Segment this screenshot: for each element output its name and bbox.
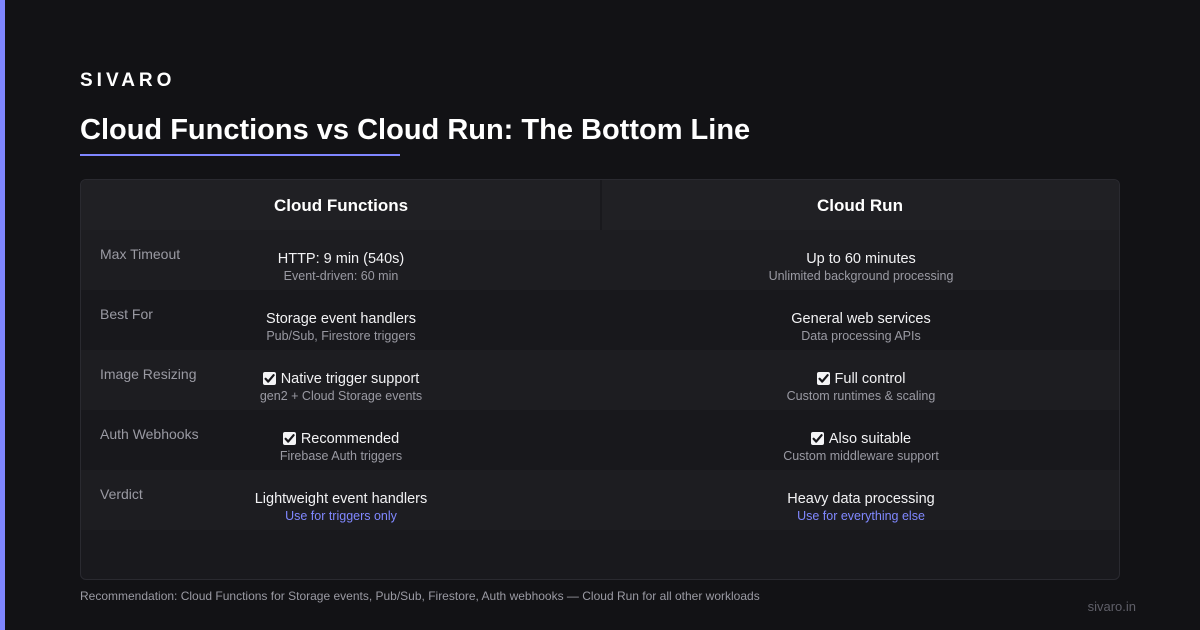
checkbox-checked-icon xyxy=(810,432,824,445)
table-row-verdict: Verdict Lightweight event handlers Use f… xyxy=(81,470,1119,530)
site-url: sivaro.in xyxy=(1087,599,1136,614)
cell-cloud-run: Up to 60 minutes Unlimited background pr… xyxy=(691,250,1031,284)
page-title: Cloud Functions vs Cloud Run: The Bottom… xyxy=(80,114,751,146)
row-label: Best For xyxy=(100,306,153,322)
column-header-cloud-functions: Cloud Functions xyxy=(273,196,409,215)
cell-sub-text: Custom middleware support xyxy=(783,449,939,463)
column-header-cloud-run: Cloud Run xyxy=(817,196,903,215)
cell-cloud-run: General web services Data processing API… xyxy=(691,310,1031,344)
verdict-text: Use for everything else xyxy=(797,509,925,523)
checkbox-checked-icon xyxy=(282,432,296,445)
cell-main-line: Native trigger support xyxy=(171,370,511,388)
checkbox-checked-icon xyxy=(262,372,276,385)
cell-main-text: Native trigger support xyxy=(280,371,420,387)
cell-sub-text: Firebase Auth triggers xyxy=(279,449,403,463)
cell-main-line: Also suitable xyxy=(691,430,1031,448)
comparison-table: Cloud Functions Cloud Run Max Timeout HT… xyxy=(80,179,1120,580)
row-label: Max Timeout xyxy=(100,246,181,262)
cell-sub-text: Unlimited background processing xyxy=(768,269,954,283)
accent-bar xyxy=(0,0,5,630)
checkbox-checked-icon xyxy=(816,372,830,385)
cell-main-text: Heavy data processing xyxy=(787,491,935,507)
table-row-best-for: Best For Storage event handlers Pub/Sub,… xyxy=(81,290,1119,350)
cell-sub-text: Pub/Sub, Firestore triggers xyxy=(266,329,416,343)
verdict-text: Use for triggers only xyxy=(285,509,397,523)
brand-logo-text: SIVARO xyxy=(80,70,176,91)
cell-main-text: Recommended xyxy=(300,431,400,447)
cell-main-text: Full control xyxy=(834,371,906,387)
table-header: Cloud Functions Cloud Run xyxy=(81,180,1119,230)
cell-cloud-functions: HTTP: 9 min (540s) Event-driven: 60 min xyxy=(171,250,511,284)
cell-cloud-run: Heavy data processing Use for everything… xyxy=(691,490,1031,524)
cell-cloud-functions: Lightweight event handlers Use for trigg… xyxy=(171,490,511,524)
cell-cloud-run: Also suitable Custom middleware support xyxy=(691,430,1031,464)
cell-main-text: Also suitable xyxy=(828,431,912,447)
cell-cloud-run: Full control Custom runtimes & scaling xyxy=(691,370,1031,404)
cell-cloud-functions: Recommended Firebase Auth triggers xyxy=(171,430,511,464)
row-label: Verdict xyxy=(100,486,143,502)
cell-sub-text: Data processing APIs xyxy=(801,329,921,343)
cell-sub-text: gen2 + Cloud Storage events xyxy=(259,389,423,403)
table-row-auth-webhooks: Auth Webhooks Recommended Firebase Auth … xyxy=(81,410,1119,470)
table-row-max-timeout: Max Timeout HTTP: 9 min (540s) Event-dri… xyxy=(81,230,1119,290)
title-underline xyxy=(80,154,400,156)
recommendation-footnote: Recommendation: Cloud Functions for Stor… xyxy=(80,589,760,603)
cell-cloud-functions: Native trigger support gen2 + Cloud Stor… xyxy=(171,370,511,404)
cell-main-text: Up to 60 minutes xyxy=(806,251,916,267)
cell-sub-text: Event-driven: 60 min xyxy=(283,269,399,283)
cell-cloud-functions: Storage event handlers Pub/Sub, Firestor… xyxy=(171,310,511,344)
cell-main-line: Full control xyxy=(691,370,1031,388)
cell-main-line: Recommended xyxy=(171,430,511,448)
cell-main-text: General web services xyxy=(791,311,931,327)
table-row-image-resizing: Image Resizing Native trigger support ge… xyxy=(81,350,1119,410)
cell-main-text: HTTP: 9 min (540s) xyxy=(277,251,405,267)
cell-main-text: Lightweight event handlers xyxy=(254,491,428,507)
cell-main-text: Storage event handlers xyxy=(266,311,416,327)
cell-sub-text: Custom runtimes & scaling xyxy=(786,389,936,403)
